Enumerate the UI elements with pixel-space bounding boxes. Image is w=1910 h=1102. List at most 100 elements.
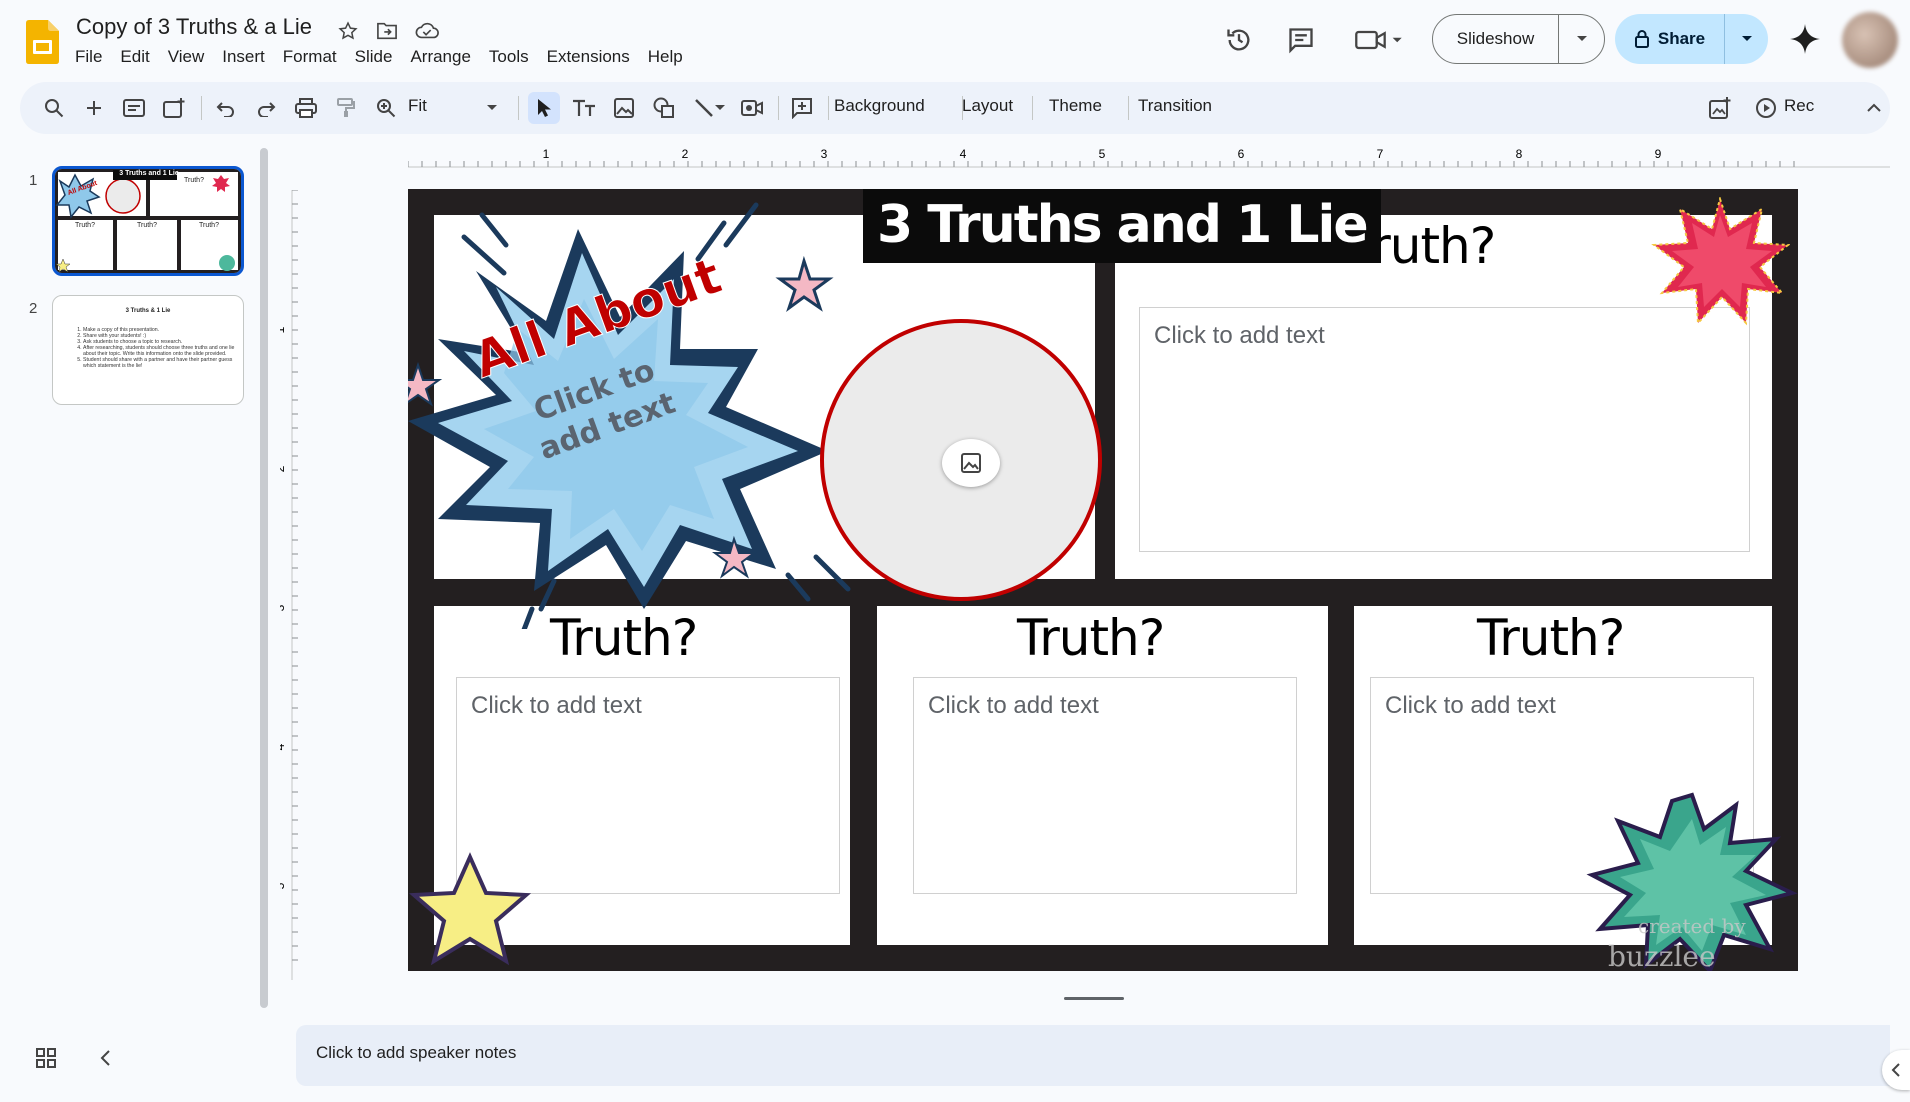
text-placeholder: Click to add text <box>1154 322 1325 349</box>
horizontal-ruler[interactable]: 1 2 3 4 5 6 7 8 9 <box>408 146 1890 168</box>
lock-icon <box>1634 30 1649 48</box>
image-icon <box>961 453 981 473</box>
insert-video-icon[interactable] <box>736 92 768 124</box>
insert-slide-icon[interactable] <box>158 92 190 124</box>
ruler-label: 2 <box>682 147 689 161</box>
add-to-slide-icon[interactable] <box>1704 92 1736 124</box>
slide-canvas[interactable]: Click to add text Click to add text Clic… <box>408 189 1798 971</box>
watermark-line-2: buzzlee <box>1608 940 1716 971</box>
rec-button[interactable]: Rec <box>1784 96 1814 116</box>
thumb-title: 3 Truths and 1 Lie <box>119 170 179 177</box>
thumb-title: 3 Truths & 1 Lie <box>125 308 171 314</box>
truth-text-box-1[interactable]: Click to add text <box>1139 307 1750 552</box>
cloud-saved-icon[interactable] <box>414 18 440 44</box>
truth-heading-4[interactable]: Truth? <box>1477 609 1625 667</box>
ruler-label: 3 <box>280 604 287 611</box>
undo-icon[interactable] <box>210 92 242 124</box>
image-placeholder[interactable] <box>820 319 1102 601</box>
share-button[interactable]: Share <box>1615 14 1725 64</box>
layout-button[interactable]: Layout <box>962 96 1013 116</box>
speaker-notes-placeholder[interactable]: Click to add speaker notes <box>316 1043 516 1063</box>
truth-text-box-3[interactable]: Click to add text <box>913 677 1297 894</box>
print-icon[interactable] <box>290 92 322 124</box>
thumb-truth: Truth? <box>75 222 95 229</box>
speaker-notes-area[interactable]: Click to add speaker notes <box>296 1025 1890 1086</box>
ruler-label: 4 <box>960 147 967 161</box>
menu-tools[interactable]: Tools <box>480 47 538 67</box>
comments-icon[interactable] <box>1281 20 1321 60</box>
vertical-ruler[interactable]: 1 2 3 4 5 <box>280 190 302 980</box>
insert-image-button[interactable] <box>942 439 1000 487</box>
menu-help[interactable]: Help <box>639 47 692 67</box>
menu-extensions[interactable]: Extensions <box>538 47 639 67</box>
menu-view[interactable]: View <box>159 47 214 67</box>
ruler-label: 6 <box>1238 147 1245 161</box>
menu-arrange[interactable]: Arrange <box>401 47 479 67</box>
ruler-label: 4 <box>280 743 287 750</box>
new-slide-plus-icon[interactable] <box>78 92 110 124</box>
slide-number: 1 <box>29 172 38 189</box>
zoom-icon[interactable] <box>370 92 402 124</box>
select-cursor-icon[interactable] <box>528 92 560 124</box>
menu-insert[interactable]: Insert <box>213 47 274 67</box>
text-box-icon[interactable] <box>568 92 600 124</box>
chevron-left-icon[interactable] <box>96 1048 116 1068</box>
record-icon[interactable] <box>1750 92 1782 124</box>
ruler-label: 8 <box>1516 147 1523 161</box>
star-icon[interactable] <box>335 18 361 44</box>
ruler-label: 5 <box>280 882 287 889</box>
ruler-label: 9 <box>1655 147 1662 161</box>
menu-edit[interactable]: Edit <box>111 47 158 67</box>
watermark: created by buzzlee <box>1608 907 1746 971</box>
caret-down-icon <box>1576 36 1587 41</box>
search-menus-icon[interactable] <box>38 92 70 124</box>
line-caret-icon[interactable] <box>710 92 730 124</box>
share-options-dropdown[interactable] <box>1725 14 1768 64</box>
grid-view-icon[interactable] <box>34 1046 58 1070</box>
caret-down-icon <box>1741 36 1752 41</box>
gemini-sparkle-icon[interactable] <box>1788 22 1822 56</box>
zoom-value[interactable]: Fit <box>408 96 427 116</box>
version-history-icon[interactable] <box>1219 20 1259 60</box>
share-button-group: Share <box>1615 14 1768 64</box>
insert-image-icon[interactable] <box>608 92 640 124</box>
yellow-star-decoration[interactable] <box>408 849 538 971</box>
transition-button[interactable]: Transition <box>1138 96 1212 116</box>
ruler-label: 5 <box>1099 147 1106 161</box>
notes-resize-handle[interactable] <box>1064 997 1124 1000</box>
filmstrip-scrollbar[interactable] <box>260 148 268 1008</box>
slides-logo-icon[interactable] <box>26 20 59 64</box>
slide-number: 2 <box>29 300 38 317</box>
move-folder-icon[interactable] <box>374 18 400 44</box>
redo-icon[interactable] <box>250 92 282 124</box>
slideshow-options-dropdown[interactable] <box>1559 15 1604 63</box>
text-placeholder: Click to add text <box>471 692 642 719</box>
meet-video-icon[interactable] <box>1349 20 1409 60</box>
account-avatar[interactable] <box>1842 12 1898 68</box>
slide-thumbnail-1[interactable]: 3 Truths and 1 Lie All About Truth? Trut… <box>52 166 244 276</box>
menu-file[interactable]: File <box>66 47 111 67</box>
document-title[interactable]: Copy of 3 Truths & a Lie <box>76 14 312 40</box>
paint-format-icon[interactable] <box>330 92 362 124</box>
menu-slide[interactable]: Slide <box>346 47 402 67</box>
chevron-up-icon[interactable] <box>1858 92 1890 124</box>
background-button[interactable]: Background <box>834 96 925 116</box>
add-comment-icon[interactable] <box>786 92 818 124</box>
shape-icon[interactable] <box>648 92 680 124</box>
thumb-truth: Truth? <box>199 222 219 229</box>
slideshow-button-group: Slideshow <box>1432 14 1605 64</box>
slide-thumbnail-2[interactable]: 3 Truths & 1 Lie Make a copy of this pre… <box>52 295 244 405</box>
text-placeholder: Click to add text <box>1385 692 1556 719</box>
ruler-label: 3 <box>821 147 828 161</box>
chevron-left-icon <box>1891 1063 1900 1077</box>
theme-button[interactable]: Theme <box>1049 96 1102 116</box>
menu-format[interactable]: Format <box>274 47 346 67</box>
slide-title[interactable]: 3 Truths and 1 Lie <box>863 189 1381 263</box>
menu-bar: File Edit View Insert Format Slide Arran… <box>66 47 692 67</box>
zoom-caret-icon[interactable] <box>476 92 508 124</box>
select-layout-icon[interactable] <box>118 92 150 124</box>
thumb-instruction-line: After researching, students should choos… <box>83 345 237 357</box>
red-burst-decoration[interactable] <box>1650 197 1790 327</box>
thumb-truth: Truth? <box>184 177 204 184</box>
slideshow-button[interactable]: Slideshow <box>1433 15 1559 63</box>
